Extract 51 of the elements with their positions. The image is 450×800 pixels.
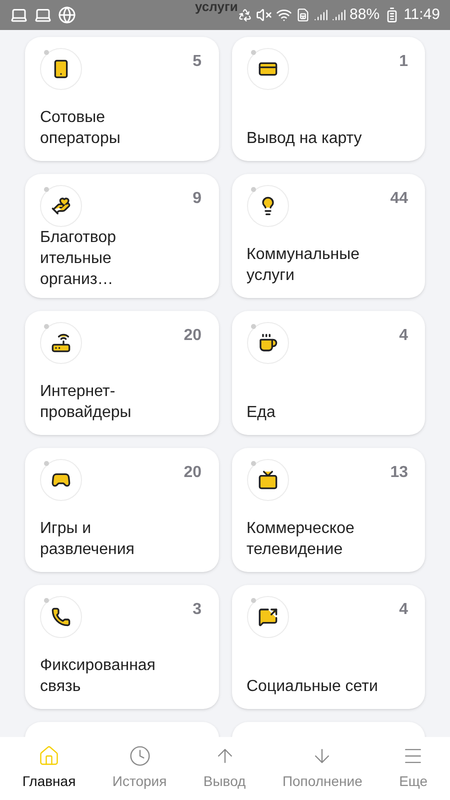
count-label: 3	[192, 600, 202, 620]
count-label: 20	[184, 326, 202, 346]
video-message-icon	[258, 607, 278, 627]
category-card[interactable]: 4 Еда	[232, 311, 425, 435]
recycle-icon	[238, 8, 252, 22]
category-card[interactable]: 13 Коммерческое телевидение	[232, 448, 425, 572]
category-title: Игры и развлечения	[40, 519, 136, 560]
tv-icon	[258, 470, 278, 490]
category-title: Интернет-провайдеры	[40, 382, 132, 423]
category-title: Сотовые операторы	[40, 108, 122, 149]
category-title: Фиксированная связь	[40, 656, 156, 697]
cup-icon	[258, 333, 278, 353]
category-card[interactable]: 3 Фиксированная связь	[25, 585, 218, 709]
count-label: 4	[399, 326, 409, 346]
count-label: 9	[192, 189, 202, 209]
count-label: 4	[399, 600, 409, 620]
laptop-icon	[34, 6, 52, 24]
category-card[interactable]: 9 Благотвор ительные организ…	[25, 174, 218, 298]
category-title: Социальные сети	[246, 677, 379, 697]
category-card[interactable]: 1 Вывод на карту	[232, 37, 425, 161]
header-title: услуги	[195, 0, 238, 13]
globe-icon	[58, 6, 76, 24]
count-label: 13	[390, 463, 409, 483]
category-card[interactable]: 5 Сотовые операторы	[25, 37, 218, 161]
count-label: 1	[399, 52, 409, 72]
battery-percent: 88%	[350, 4, 380, 25]
laptop-icon	[10, 6, 28, 24]
heart-hands-icon	[51, 196, 71, 216]
category-card[interactable]: 20 Интернет-провайдеры	[25, 311, 218, 435]
clock-icon	[128, 745, 151, 767]
count-label: 20	[184, 463, 202, 483]
signal-icon	[332, 8, 346, 22]
telephone-icon	[51, 607, 71, 627]
router-icon	[51, 333, 71, 353]
sim-icon	[296, 8, 310, 22]
category-title: Еда	[246, 403, 276, 423]
signal-icon	[314, 8, 328, 22]
nav-tab[interactable]: Главная	[20, 745, 78, 792]
home-icon	[38, 745, 60, 767]
category-title: Коммунальные услуги	[246, 245, 361, 286]
clock-time: 11:49	[404, 4, 440, 25]
category-card[interactable]: 20 Игры и развлечения	[25, 448, 218, 572]
category-title: Коммерческое телевидение	[246, 519, 356, 560]
category-card[interactable]: 4 Социальные сети	[232, 585, 425, 709]
mute-icon	[256, 7, 272, 23]
category-card[interactable]: 44 Коммунальные услуги	[232, 174, 425, 298]
category-title: Благотвор ительные организ…	[40, 228, 118, 290]
count-label: 5	[192, 52, 202, 72]
wifi-icon	[276, 7, 292, 23]
category-title: Вывод на карту	[246, 129, 363, 149]
count-label: 44	[390, 189, 409, 209]
